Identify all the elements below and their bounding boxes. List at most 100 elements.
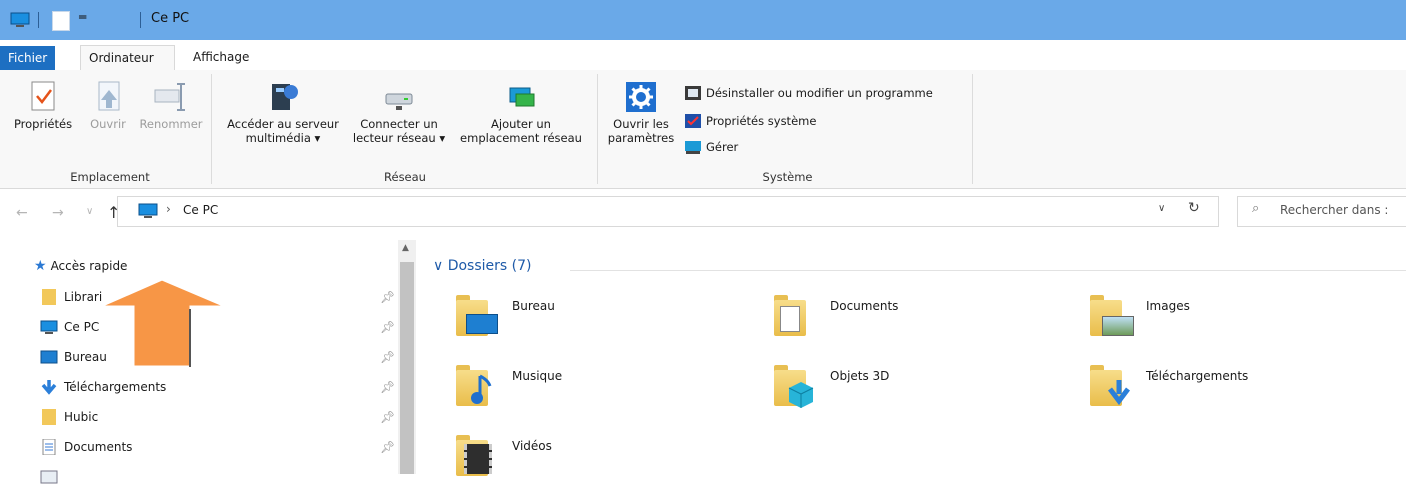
separator — [140, 12, 141, 28]
blank-document-icon[interactable] — [52, 11, 70, 31]
address-bar[interactable]: › Ce PC ∨ ↻ — [117, 196, 1219, 227]
folder-bureau[interactable] — [456, 292, 504, 336]
section-header[interactable]: ∨ Dossiers (7) — [433, 258, 531, 274]
section-title: Dossiers (7) — [447, 258, 532, 274]
downloads-folder-icon — [1108, 380, 1130, 406]
uninstall-icon — [685, 86, 701, 100]
media-server-icon — [272, 84, 298, 110]
content-pane: ∨ Dossiers (7) Bureau Documents Images M… — [430, 240, 1406, 476]
map-network-drive-label-2: lecteur réseau ▾ — [352, 131, 446, 145]
address-dropdown-chevron-icon[interactable]: ∨ — [1158, 203, 1165, 214]
folder-name[interactable]: Images — [1146, 299, 1190, 313]
music-folder-icon — [471, 374, 492, 404]
folder-name[interactable]: Objets 3D — [830, 369, 889, 383]
pin-icon[interactable]: 📌︎ — [380, 290, 395, 304]
forward-button[interactable]: → — [52, 205, 64, 221]
pin-icon[interactable]: 📌︎ — [380, 410, 395, 424]
media-server-label-1: Accéder au serveur — [227, 117, 339, 131]
group-separator — [211, 74, 212, 184]
rename-icon — [154, 83, 185, 111]
search-box[interactable]: ⌕ Rechercher dans : — [1237, 196, 1406, 227]
folder-objets-3d[interactable] — [774, 362, 822, 408]
nav-item-documents[interactable]: Documents — [40, 436, 132, 458]
open-button[interactable]: Ouvrir — [78, 80, 138, 131]
pin-icon[interactable]: 📌︎ — [380, 350, 395, 364]
rename-button[interactable]: Renommer — [136, 80, 206, 131]
folder-icon — [40, 289, 58, 305]
open-label: Ouvrir — [90, 117, 126, 131]
system-properties-label: Propriétés système — [706, 114, 817, 128]
folder-images[interactable] — [1090, 292, 1138, 336]
pin-icon[interactable]: 📌︎ — [380, 440, 395, 454]
pin-icon[interactable]: 📌︎ — [380, 320, 395, 334]
uninstall-label: Désinstaller ou modifier un programme — [706, 86, 933, 100]
desktop-folder-icon — [466, 314, 498, 334]
rename-label: Renommer — [139, 117, 203, 131]
quick-access-dropdown-icon[interactable]: ═ — [79, 10, 86, 24]
recent-locations-chevron-icon[interactable]: ∨ — [86, 206, 93, 217]
breadcrumb-ce-pc[interactable]: Ce PC — [183, 203, 218, 217]
folder-name[interactable]: Téléchargements — [1146, 369, 1248, 383]
title-bar: ═ Ce PC — [0, 0, 1406, 40]
folder-name[interactable]: Documents — [830, 299, 898, 313]
breadcrumb-separator: › — [166, 202, 171, 216]
uninstall-program-button[interactable]: Désinstaller ou modifier un programme — [684, 85, 933, 101]
download-icon — [41, 380, 57, 395]
open-icon — [98, 81, 120, 111]
manage-button[interactable]: Gérer — [684, 139, 738, 155]
ribbon-tab-bar: Fichier Ordinateur Affichage — [0, 40, 1406, 71]
add-network-location-button[interactable]: Ajouter un emplacement réseau — [453, 80, 589, 145]
pin-icon[interactable]: 📌︎ — [380, 380, 395, 394]
section-divider — [570, 270, 1406, 271]
nav-label: Accès rapide — [50, 259, 128, 273]
nav-label: Téléchargements — [64, 380, 167, 394]
add-network-location-label-2: emplacement réseau — [460, 131, 582, 145]
gear-icon — [626, 82, 656, 112]
images-folder-icon — [1102, 316, 1134, 336]
annotation-up-arrow — [97, 277, 229, 369]
desktop-icon — [40, 350, 58, 364]
separator — [38, 12, 39, 28]
nav-item-images-partial[interactable] — [40, 466, 64, 488]
folder-name[interactable]: Musique — [512, 369, 562, 383]
back-button[interactable]: ← — [16, 205, 28, 221]
system-properties-icon — [685, 114, 701, 128]
media-server-button[interactable]: Accéder au serveur multimédia ▾ — [221, 80, 345, 145]
images-icon — [40, 470, 58, 484]
properties-label: Propriétés — [13, 117, 73, 131]
tab-ordinateur[interactable]: Ordinateur — [80, 45, 175, 71]
folder-videos[interactable] — [456, 432, 504, 476]
map-network-drive-button[interactable]: Connecter un lecteur réseau ▾ — [347, 80, 451, 145]
nav-item-quick-access[interactable]: ★ Accès rapide — [34, 255, 127, 277]
nav-item-telechargements[interactable]: Téléchargements — [40, 376, 166, 398]
scrollbar-thumb[interactable] — [400, 262, 414, 474]
computer-icon — [40, 320, 58, 334]
open-settings-label-2: paramètres — [607, 131, 675, 145]
computer-icon — [138, 203, 158, 218]
properties-icon — [31, 81, 55, 111]
refresh-icon[interactable]: ↻ — [1188, 200, 1200, 216]
nav-item-hubic[interactable]: Hubic — [40, 406, 98, 428]
tab-affichage[interactable]: Affichage — [185, 45, 257, 69]
group-label-reseau: Réseau — [384, 170, 426, 184]
system-properties-button[interactable]: Propriétés système — [684, 113, 816, 129]
open-settings-button[interactable]: Ouvrir les paramètres — [605, 80, 677, 145]
folder-telechargements[interactable] — [1090, 362, 1138, 406]
open-settings-label-1: Ouvrir les — [613, 117, 669, 131]
folder-musique[interactable] — [456, 362, 504, 406]
folder-name[interactable]: Bureau — [512, 299, 555, 313]
folder-name[interactable]: Vidéos — [512, 439, 552, 453]
collapse-chevron-icon: ∨ — [433, 258, 444, 274]
scroll-up-arrow-icon[interactable]: ▲ — [402, 243, 409, 253]
tab-fichier[interactable]: Fichier — [0, 46, 56, 70]
group-label-systeme: Système — [762, 170, 813, 184]
documents-folder-icon — [780, 306, 800, 332]
folder-documents[interactable] — [774, 292, 822, 336]
manage-icon — [685, 141, 701, 154]
group-label-emplacement: Emplacement — [70, 170, 150, 184]
map-network-drive-label-1: Connecter un — [360, 117, 438, 131]
computer-icon — [10, 12, 30, 27]
properties-button[interactable]: Propriétés — [8, 80, 78, 131]
window-title: Ce PC — [151, 11, 190, 26]
group-separator — [972, 74, 973, 184]
